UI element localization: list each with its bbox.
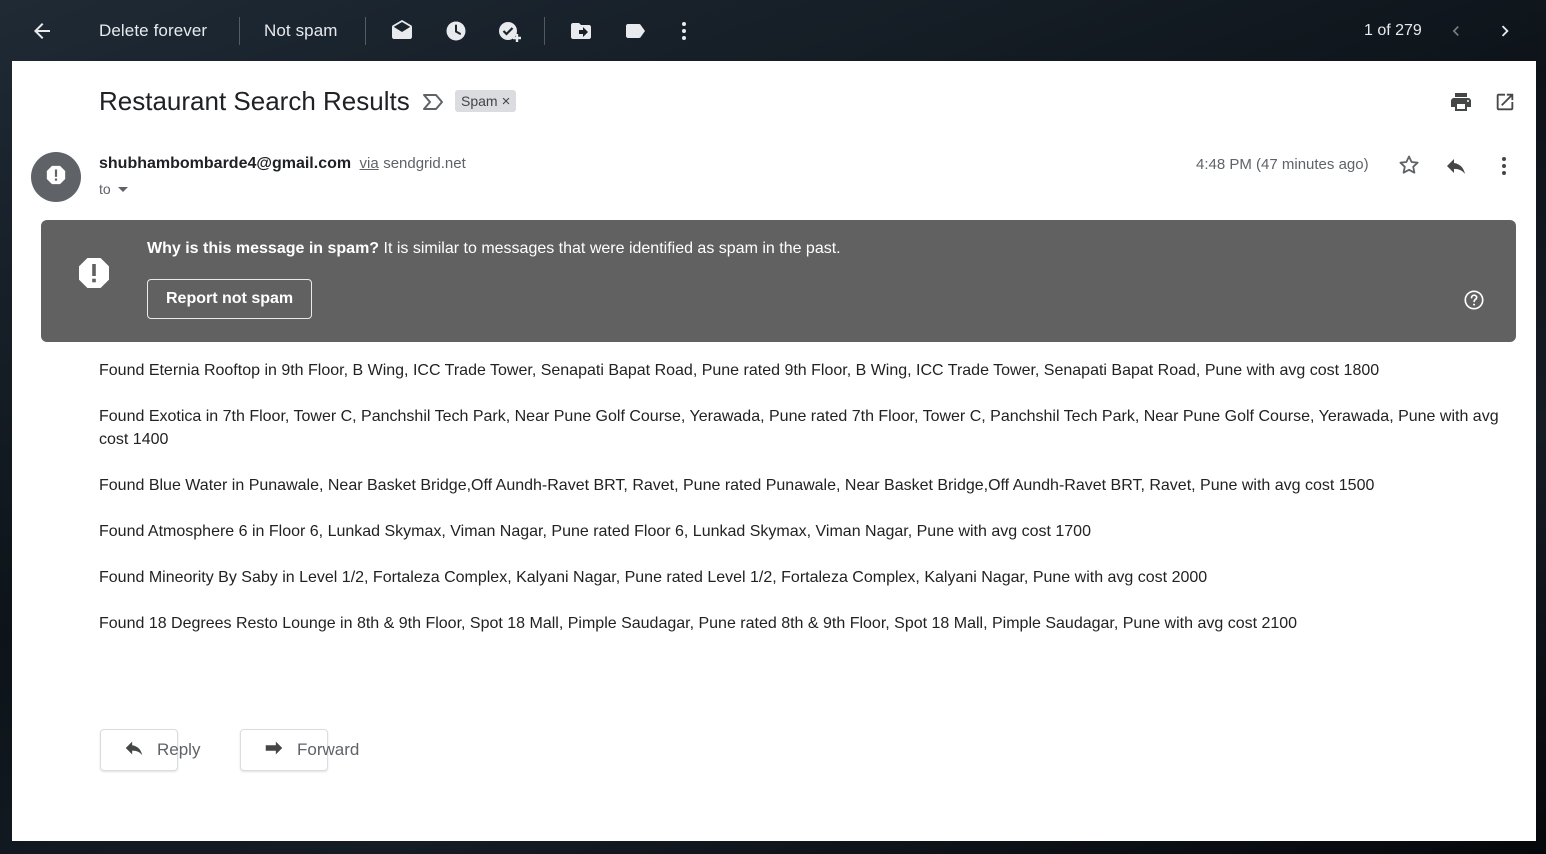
toolbar-divider [239,17,240,45]
spam-reason-heading: Why is this message in spam? [147,240,380,257]
body-paragraph: Found Exotica in 7th Floor, Tower C, Pan… [99,408,1499,448]
more-vert-icon[interactable] [1494,154,1514,183]
help-icon[interactable] [1463,289,1485,316]
mark-unread-icon [390,19,414,43]
message-view: Restaurant Search Results Spam × shubham… [12,61,1536,841]
sender-avatar[interactable] [31,152,81,202]
via-domain: sendgrid.net [383,155,466,172]
arrow-back-icon [30,19,54,43]
body-paragraph: Found Mineority By Saby in Level 1/2, Fo… [99,569,1208,586]
toolbar-divider [365,17,366,45]
reply-icon[interactable] [1444,154,1468,183]
move-to-button[interactable] [569,0,593,61]
reply-icon [123,737,145,764]
delete-forever-label: Delete forever [99,20,208,40]
remove-label-icon[interactable]: × [502,93,511,110]
body-paragraph: Found Eternia Rooftop in 9th Floor, B Wi… [99,362,1380,379]
labels-button[interactable] [623,0,647,61]
body-paragraph: Found Blue Water in Punawale, Near Baske… [99,477,1375,494]
caret-down-icon[interactable] [117,181,129,197]
message-subject: Restaurant Search Results [99,86,410,116]
snooze-icon [444,19,468,43]
newer-button[interactable] [1446,0,1466,61]
print-all-icon[interactable] [1449,90,1473,119]
not-spam-label: Not spam [264,20,338,40]
report-not-spam-button[interactable]: Report not spam [147,279,313,319]
back-button[interactable] [30,0,54,61]
mark-unread-button[interactable] [390,0,414,61]
reply-label: Reply [157,740,201,759]
spam-warning-banner: Why is this message in spam? It is simil… [41,220,1516,342]
body-paragraph: Found Atmosphere 6 in Floor 6, Lunkad Sk… [99,523,1091,540]
via-link[interactable]: via [360,155,379,172]
spam-reason-text: It is similar to messages that were iden… [379,240,841,257]
add-to-tasks-button[interactable] [497,0,523,61]
older-button[interactable] [1494,0,1516,61]
message-time: 4:48 PM (47 minutes ago) [1196,156,1369,173]
star-icon[interactable] [1397,153,1421,182]
delete-forever-button[interactable]: Delete forever [99,0,207,61]
forward-button[interactable]: Forward [240,729,359,771]
spam-reason: Why is this message in spam? It is simil… [147,240,841,258]
to-label: to [99,181,111,197]
label-chip-text: Spam [461,93,498,109]
sender-info: shubhambombarde4@gmail.com via sendgrid.… [99,155,466,173]
more-options-button[interactable] [672,0,696,61]
move-to-icon [569,19,593,43]
warning-icon [76,255,112,296]
forward-label: Forward [297,740,360,759]
pager-count: 1 of 279 [1364,0,1422,61]
sender-email[interactable]: shubhambombarde4@gmail.com [99,155,351,172]
message-body: Found Eternia Rooftop in 9th Floor, B Wi… [99,359,1519,658]
not-spam-button[interactable]: Not spam [264,0,338,61]
reply-button[interactable]: Reply [100,729,200,771]
importance-marker-icon[interactable] [422,93,444,116]
chevron-left-icon [1446,21,1466,41]
message-toolbar: Delete forever Not spam 1 of 279 [0,0,1546,61]
recipient-details-toggle[interactable]: to [99,181,129,197]
warning-icon [45,164,67,191]
label-icon [623,19,647,43]
body-paragraph: Found 18 Degrees Resto Lounge in 8th & 9… [99,615,1298,632]
chevron-right-icon [1494,20,1516,42]
add-task-icon [497,18,523,44]
pager-text: 1 of 279 [1364,21,1422,39]
label-chip-spam[interactable]: Spam × [455,90,517,112]
snooze-button[interactable] [444,0,468,61]
forward-icon [263,737,285,764]
open-in-new-window-icon[interactable] [1494,91,1516,118]
more-vert-icon [672,19,696,43]
toolbar-divider [544,17,545,45]
